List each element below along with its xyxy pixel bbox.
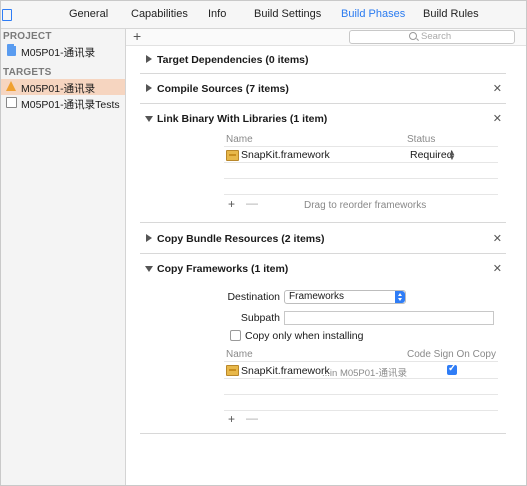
framework-icon	[226, 150, 239, 161]
add-framework-button[interactable]: +	[228, 412, 235, 426]
delete-phase-icon[interactable]: ✕	[493, 262, 502, 275]
copy-only-label: Copy only when installing	[245, 330, 364, 342]
copy-frameworks-table: Name Code Sign On Copy SnapKit.framework…	[224, 348, 498, 432]
targets-section-header: TARGETS	[3, 67, 52, 78]
column-header-code-sign: Code Sign On Copy	[407, 349, 496, 360]
tab-build-rules[interactable]: Build Rules	[423, 8, 479, 20]
divider	[224, 394, 498, 395]
phase-compile-sources: Compile Sources (7 items) ✕	[140, 74, 506, 104]
disclosure-triangle-icon[interactable]	[146, 84, 152, 92]
framework-name: SnapKit.framework	[241, 365, 330, 377]
divider	[224, 410, 498, 411]
delete-phase-icon[interactable]: ✕	[493, 232, 502, 245]
delete-phase-icon[interactable]: ✕	[493, 112, 502, 125]
framework-icon	[226, 365, 239, 376]
divider	[224, 178, 498, 179]
delete-phase-icon[interactable]: ✕	[493, 82, 502, 95]
disclosure-triangle-icon[interactable]	[146, 55, 152, 63]
table-row[interactable]: SnapKit.framework ...in M05P01-通讯录	[224, 362, 498, 379]
divider	[224, 162, 498, 163]
divider	[224, 378, 498, 379]
app-target-icon	[6, 81, 16, 91]
phase-title[interactable]: Copy Frameworks (1 item)	[157, 263, 288, 275]
phase-title[interactable]: Compile Sources (7 items)	[157, 83, 289, 95]
add-library-button[interactable]: +	[228, 197, 235, 211]
destination-popup[interactable]: Frameworks	[284, 290, 406, 304]
column-header-status: Status	[407, 134, 436, 145]
project-section-header: PROJECT	[3, 31, 52, 42]
popup-arrows-icon	[395, 291, 405, 303]
project-file-icon	[7, 43, 17, 56]
phase-target-dependencies: Target Dependencies (0 items)	[140, 46, 506, 74]
sidebar-item-label: M05P01-通讯录	[21, 47, 96, 59]
column-header-name: Name	[226, 349, 253, 360]
add-build-phase-button[interactable]: +	[133, 28, 141, 44]
disclosure-triangle-icon[interactable]	[146, 234, 152, 242]
framework-name: SnapKit.framework	[241, 149, 330, 161]
build-phases-editor: + Search Target Dependencies (0 items) C…	[126, 28, 526, 485]
sidebar-item-project[interactable]: M05P01-通讯录	[1, 43, 125, 59]
subpath-label: Subpath	[240, 312, 280, 324]
search-field[interactable]: Search	[349, 30, 515, 44]
phases-toolbar: + Search	[126, 28, 526, 46]
sidebar-item-label: M05P01-通讯录	[21, 83, 96, 95]
tab-build-phases[interactable]: Build Phases	[341, 8, 405, 20]
window: General Capabilities Info Build Settings…	[0, 0, 527, 486]
project-navigator-sidebar: PROJECT M05P01-通讯录 TARGETS M05P01-通讯录 M0…	[1, 29, 126, 485]
phase-copy-frameworks: Copy Frameworks (1 item) ✕ Destination F…	[140, 254, 506, 434]
sidebar-item-target-tests[interactable]: M05P01-通讯录Tests	[1, 95, 125, 111]
libraries-table: Name Status SnapKit.framework Required ▲…	[224, 133, 498, 217]
remove-framework-button[interactable]: —	[246, 411, 258, 425]
copy-only-checkbox[interactable]	[230, 330, 241, 341]
disclosure-triangle-icon[interactable]	[145, 116, 153, 122]
editor-tab-bar: General Capabilities Info Build Settings…	[1, 1, 526, 29]
phase-title[interactable]: Link Binary With Libraries (1 item)	[157, 113, 327, 125]
tab-info[interactable]: Info	[208, 8, 226, 20]
search-icon	[409, 32, 417, 40]
drag-hint: Drag to reorder frameworks	[304, 200, 427, 211]
navigator-toggle-icon[interactable]	[2, 9, 12, 21]
remove-library-button[interactable]: —	[246, 196, 258, 210]
phase-title[interactable]: Copy Bundle Resources (2 items)	[157, 233, 324, 245]
disclosure-triangle-icon[interactable]	[145, 266, 153, 272]
tab-build-settings[interactable]: Build Settings	[254, 8, 321, 20]
phase-link-binary: Link Binary With Libraries (1 item) ✕ Na…	[140, 104, 506, 223]
column-header-name: Name	[226, 134, 253, 145]
phase-copy-bundle-resources: Copy Bundle Resources (2 items) ✕	[140, 223, 506, 254]
framework-path: ...in M05P01-通讯录	[322, 368, 407, 379]
table-row[interactable]: SnapKit.framework Required ▲ ▼	[224, 147, 498, 162]
status-value[interactable]: Required	[410, 149, 453, 161]
code-sign-checkbox[interactable]	[447, 363, 457, 375]
subpath-input[interactable]	[284, 311, 494, 325]
sidebar-item-label: M05P01-通讯录Tests	[21, 99, 120, 111]
tab-capabilities[interactable]: Capabilities	[131, 8, 188, 20]
sidebar-item-target-app[interactable]: M05P01-通讯录	[1, 79, 125, 95]
status-stepper-icon[interactable]: ▲ ▼	[448, 149, 456, 162]
destination-value: Frameworks	[289, 291, 345, 302]
tab-general[interactable]: General	[69, 8, 108, 20]
test-target-icon	[6, 97, 17, 108]
search-placeholder: Search	[421, 31, 452, 42]
divider	[224, 194, 498, 195]
phase-title[interactable]: Target Dependencies (0 items)	[157, 54, 309, 66]
destination-label: Destination	[227, 291, 280, 303]
